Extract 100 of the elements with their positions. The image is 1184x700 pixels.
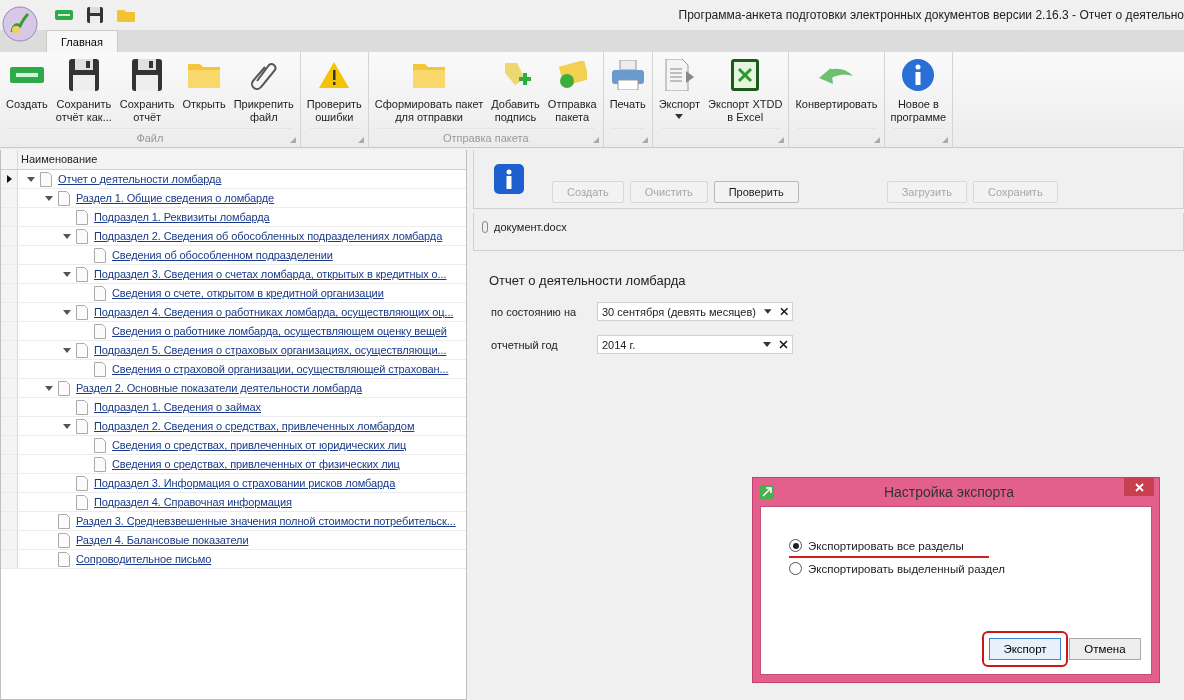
tree-item-link[interactable]: Подраздел 4. Сведения о работниках ломбарда, осуществляющих оц... — [94, 306, 454, 318]
window-title: Программа-анкета подготовки электронных документов версии 2.16.3 - Отчет о деятельно — [678, 8, 1184, 22]
close-icon — [1134, 482, 1144, 492]
tree-item-link[interactable]: Раздел 4. Балансовые показатели — [76, 534, 249, 546]
ribbon-button[interactable]: Конвертировать — [791, 52, 882, 128]
ribbon-button[interactable]: Отправка пакета — [543, 52, 601, 128]
document-icon — [58, 551, 70, 567]
expand-arrow-icon[interactable] — [45, 195, 53, 201]
dialog-title: Настройка экспорта — [882, 484, 1016, 500]
document-icon — [58, 380, 70, 396]
ribbon-button[interactable]: Проверить ошибки — [302, 52, 366, 128]
folder-icon — [188, 62, 221, 88]
radio-button[interactable] — [789, 562, 802, 575]
document-icon — [76, 399, 88, 415]
tree-item-link[interactable]: Подраздел 5. Сведения о страховых организациях, осуществляющи... — [94, 344, 447, 356]
ribbon-tab[interactable]: Главная — [46, 30, 118, 52]
new-icon — [9, 67, 44, 83]
tree-item-link[interactable]: Раздел 3. Средневзвешенные значения полной стоимости потребительск... — [76, 515, 456, 527]
ribbon-button[interactable]: Экспорт — [654, 52, 705, 128]
document-arrow-icon — [664, 59, 695, 91]
column-header[interactable]: Наименование — [18, 150, 98, 169]
ribbon-button[interactable]: Сформировать пакет для отправки — [370, 52, 488, 128]
expand-arrow-icon[interactable] — [63, 271, 71, 277]
tree-item-link[interactable]: Сведения о счете, открытом в кредитной организации — [112, 287, 384, 299]
tree-item-link[interactable]: Подраздел 4. Справочная информация — [94, 496, 292, 508]
document-icon — [58, 532, 70, 548]
expand-arrow-icon[interactable] — [63, 347, 71, 353]
paperclip-icon — [482, 221, 488, 233]
ribbon-button[interactable]: Новое в программе — [886, 52, 951, 128]
ribbon-button[interactable]: Создать — [2, 52, 52, 128]
option-label[interactable]: Экспортировать выделенный раздел — [808, 562, 1005, 575]
folder-icon[interactable] — [117, 8, 135, 22]
close-button[interactable] — [1124, 478, 1154, 496]
ribbon-button[interactable]: Открыть — [178, 52, 230, 128]
save-icon[interactable] — [87, 7, 103, 23]
dialog-launcher-icon[interactable] — [641, 137, 648, 143]
document-icon — [76, 494, 88, 510]
document-icon — [94, 361, 106, 377]
tree-item-link[interactable]: Подраздел 2. Сведения об обособленных подразделениях ломбарда — [94, 230, 443, 242]
document-icon — [94, 247, 106, 263]
option-label[interactable]: Экспортировать все разделы — [808, 539, 964, 552]
document-icon — [76, 304, 88, 320]
dialog-button[interactable]: Экспорт — [989, 638, 1061, 660]
tree-item-link[interactable]: Сведения о средствах, привлеченных от юридических лиц — [112, 439, 407, 451]
tree-item-link[interactable]: Сведения об обособленном подразделении — [112, 249, 333, 261]
ribbon-button[interactable]: Прикрепить файл — [229, 52, 298, 128]
group-label: Отправка пакета — [442, 132, 529, 144]
field-label: по состоянию на — [491, 305, 578, 318]
document-icon — [94, 285, 106, 301]
app-logo-icon[interactable] — [2, 6, 38, 44]
document-icon — [76, 228, 88, 244]
row-header[interactable] — [1, 170, 18, 188]
tree-item-link[interactable]: Сведения о страховой организации, осуществляющей страхован... — [112, 363, 449, 375]
expand-arrow-icon[interactable] — [63, 233, 71, 239]
document-icon — [76, 266, 88, 282]
expand-arrow-icon[interactable] — [63, 309, 71, 315]
attachment-name[interactable]: документ.docx — [494, 221, 567, 233]
ribbon-button[interactable]: Сохранить отчёт как... — [51, 52, 116, 128]
toolbar-button[interactable]: Проверить — [713, 181, 799, 203]
document-icon — [76, 209, 88, 225]
tree-item-link[interactable]: Подраздел 1. Сведения о займах — [94, 401, 261, 413]
dialog-launcher-icon[interactable] — [778, 137, 785, 143]
ribbon-button[interactable]: Добавить подпись — [487, 52, 544, 128]
form-title: Отчет о деятельности ломбарда — [489, 273, 687, 288]
dialog-launcher-icon[interactable] — [942, 137, 949, 143]
tree-item-link[interactable]: Отчет о деятельности ломбарда — [58, 173, 222, 185]
tree-item-link[interactable]: Сведения о средствах, привлеченных от физических лиц — [112, 458, 400, 470]
dialog-launcher-icon[interactable] — [357, 137, 364, 143]
tree-item-link[interactable]: Раздел 2. Основные показатели деятельности ломбарда — [76, 382, 363, 394]
tree-item-link[interactable]: Раздел 1. Общие сведения о ломбарде — [76, 192, 275, 204]
tree-item-link[interactable]: Подраздел 3. Информация о страховании рисков ломбарда — [94, 477, 396, 489]
tree-item-link[interactable]: Подраздел 1. Реквизиты ломбарда — [94, 211, 270, 223]
folder-icon — [413, 62, 445, 88]
tree-item-link[interactable]: Сопроводительное письмо — [76, 553, 212, 565]
document-icon — [76, 475, 88, 491]
dialog-button[interactable]: Отмена — [1069, 638, 1141, 660]
dialog-launcher-icon[interactable] — [289, 137, 296, 143]
tree-item-link[interactable]: Подраздел 2. Сведения о средствах, привлеченных ломбардом — [94, 420, 415, 432]
new-icon[interactable] — [55, 10, 73, 20]
radio-button[interactable] — [789, 539, 802, 552]
document-icon — [94, 323, 106, 339]
ribbon-button[interactable]: Печать — [605, 52, 650, 128]
ribbon-button[interactable]: Экспорт XTDD в Excel — [704, 52, 787, 128]
save-icon — [132, 59, 163, 91]
dialog-launcher-icon[interactable] — [592, 137, 599, 143]
expand-arrow-icon[interactable] — [45, 385, 53, 391]
info-icon — [902, 59, 935, 91]
clear-icon — [779, 307, 788, 316]
clear-icon — [779, 340, 788, 349]
tree-item-link[interactable]: Подраздел 3. Сведения о счетах ломбарда, открытых в кредитных о... — [94, 268, 447, 280]
expand-arrow-icon[interactable] — [27, 176, 35, 182]
dropdown-field[interactable]: 30 сентября (девять месяцев) — [597, 302, 793, 321]
dialog-launcher-icon[interactable] — [873, 137, 880, 143]
expand-arrow-icon[interactable] — [63, 423, 71, 429]
row-indicator-icon — [6, 175, 12, 183]
tree-item-link[interactable]: Сведения о работнике ломбарда, осуществляющем оценку вещей — [112, 325, 447, 337]
dropdown-field[interactable]: 2014 г. — [597, 335, 793, 354]
group-label: Файл — [136, 132, 164, 144]
ribbon-button[interactable]: Сохранить отчёт — [115, 52, 179, 128]
document-icon — [58, 190, 70, 206]
